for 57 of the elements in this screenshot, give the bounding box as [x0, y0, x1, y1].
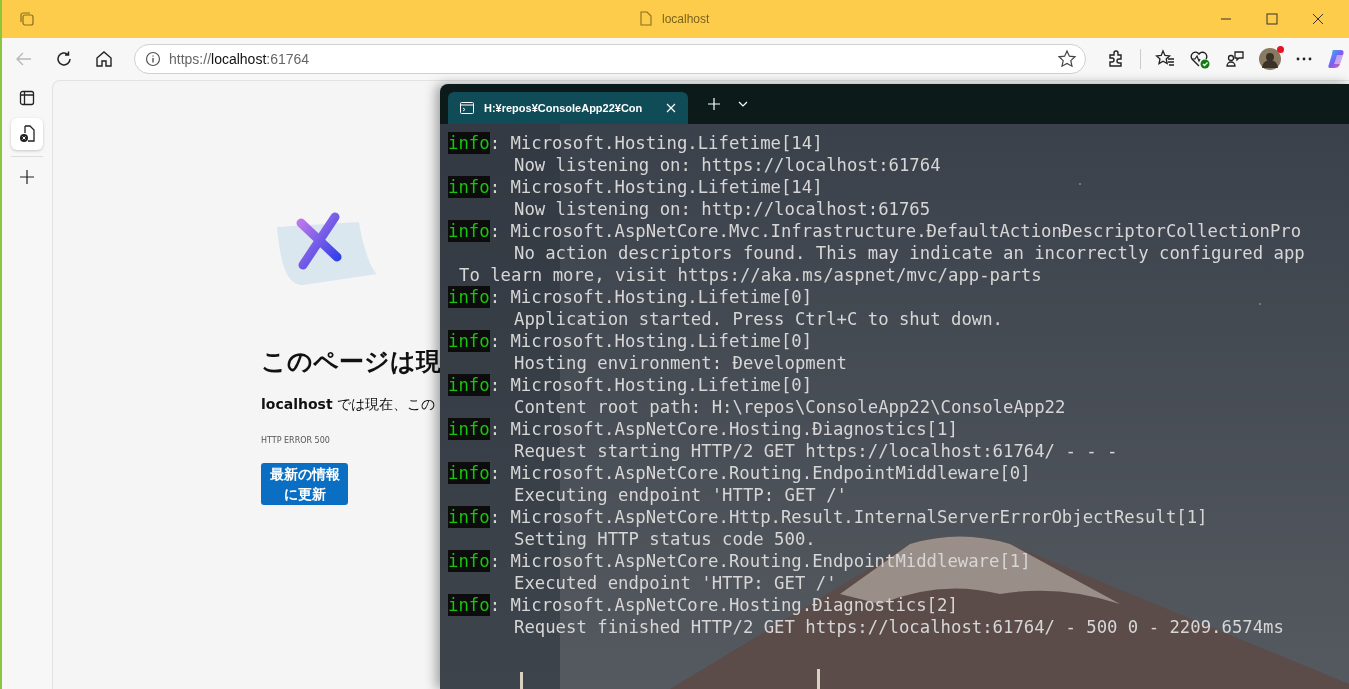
log-message: Now listening on: https://localhost:61764 — [514, 154, 941, 176]
log-level-badge: info — [448, 132, 490, 154]
log-message: To learn more, visit https://aka.ms/aspnet/mvc/app-parts — [459, 264, 1042, 286]
log-source: : Microsoft.Hosting.Lifetime[0] — [489, 374, 813, 396]
dropdown-button[interactable] — [738, 101, 748, 107]
log-level-badge: info — [448, 418, 490, 440]
log-source: : Microsoft.Hosting.Lifetime[14] — [489, 132, 823, 154]
log-source: : Microsoft.AspNetCore.Http.Result.InternalServerErrorObjectResult[1] — [489, 506, 1208, 528]
log-message: Now listening on: http://localhost:61765 — [514, 198, 931, 220]
refresh-page-button[interactable]: 最新の情報に更新 — [261, 463, 348, 505]
close-tab-icon[interactable] — [666, 103, 676, 113]
log-level-badge: info — [448, 286, 490, 308]
refresh-button[interactable] — [54, 49, 74, 69]
info-icon[interactable] — [145, 51, 161, 67]
log-level-badge: info — [448, 176, 490, 198]
log-source: : Microsoft.AspNetCore.Routing.EndpointMiddleware[0] — [489, 462, 1031, 484]
home-button[interactable] — [94, 49, 114, 69]
log-level-badge: info — [448, 374, 490, 396]
log-source: : Microsoft.Hosting.Lifetime[0] — [489, 286, 813, 308]
more-icon[interactable] — [1295, 56, 1313, 62]
log-message: Request finished HTTP/2 GET https://localhost:61764/ - 500 0 - 2209.6574ms — [514, 616, 1284, 638]
log-message: Executed endpoint 'HTTP: GET /' — [514, 572, 837, 594]
log-level-badge: info — [448, 220, 490, 242]
log-source: : Microsoft.Hosting.Lifetime[14] — [489, 176, 823, 198]
log-message: Request starting HTTP/2 GET https://localhost:61764/ - - - — [514, 440, 1118, 462]
log-source: : Microsoft.Hosting.Lifetime[0] — [489, 330, 813, 352]
terminal-tab[interactable]: H:¥repos¥ConsoleApp22¥Con — [448, 92, 688, 124]
error-page-icon — [19, 125, 35, 143]
heart-icon[interactable] — [1189, 49, 1211, 69]
url-text: https://localhost:61764 — [169, 51, 310, 67]
log-message: Setting HTTP status code 500. — [514, 528, 816, 550]
log-source: : Microsoft.AspNetCore.Mvc.Infrastructure.ĐefaultActionĐescriptorCollectionPro — [489, 220, 1302, 242]
log-level-badge: info — [448, 330, 490, 352]
log-message: Content root path: H:\repos\ConsoleApp22\ConsoleApp22 — [514, 396, 1066, 418]
log-message: No action descriptors found. This may indicate an incorrectly configured app — [514, 242, 1305, 264]
log-level-badge: info — [448, 594, 490, 616]
window-title: localhost — [662, 11, 710, 26]
address-bar[interactable]: https://localhost:61764 — [134, 44, 1086, 74]
feedback-icon[interactable] — [1225, 49, 1245, 69]
log-message: Application started. Press Ctrl+C to shut down. — [514, 308, 1003, 330]
profile-avatar[interactable] — [1259, 48, 1281, 70]
log-level-badge: info — [448, 506, 490, 528]
favorites-icon[interactable] — [1155, 49, 1175, 69]
log-message: Hosting environment: Đevelopment — [514, 352, 847, 374]
star-icon[interactable] — [1057, 49, 1077, 69]
vertical-tab[interactable] — [11, 118, 43, 150]
error-code: HTTP ERROR 500 — [261, 436, 330, 445]
log-message: Executing endpoint 'HTTP: GET /' — [514, 484, 847, 506]
console-icon — [460, 102, 474, 114]
tab-panel-icon[interactable] — [19, 90, 35, 106]
log-source: : Microsoft.AspNetCore.Hosting.Điagnostics[1] — [489, 418, 958, 440]
error-heading: このページは現 — [261, 346, 441, 378]
log-level-badge: info — [448, 550, 490, 572]
page-icon — [640, 11, 652, 26]
log-level-badge: info — [448, 462, 490, 484]
log-source: : Microsoft.AspNetCore.Hosting.Điagnostics[2] — [489, 594, 958, 616]
error-message: localhost では現在、この — [261, 396, 436, 414]
